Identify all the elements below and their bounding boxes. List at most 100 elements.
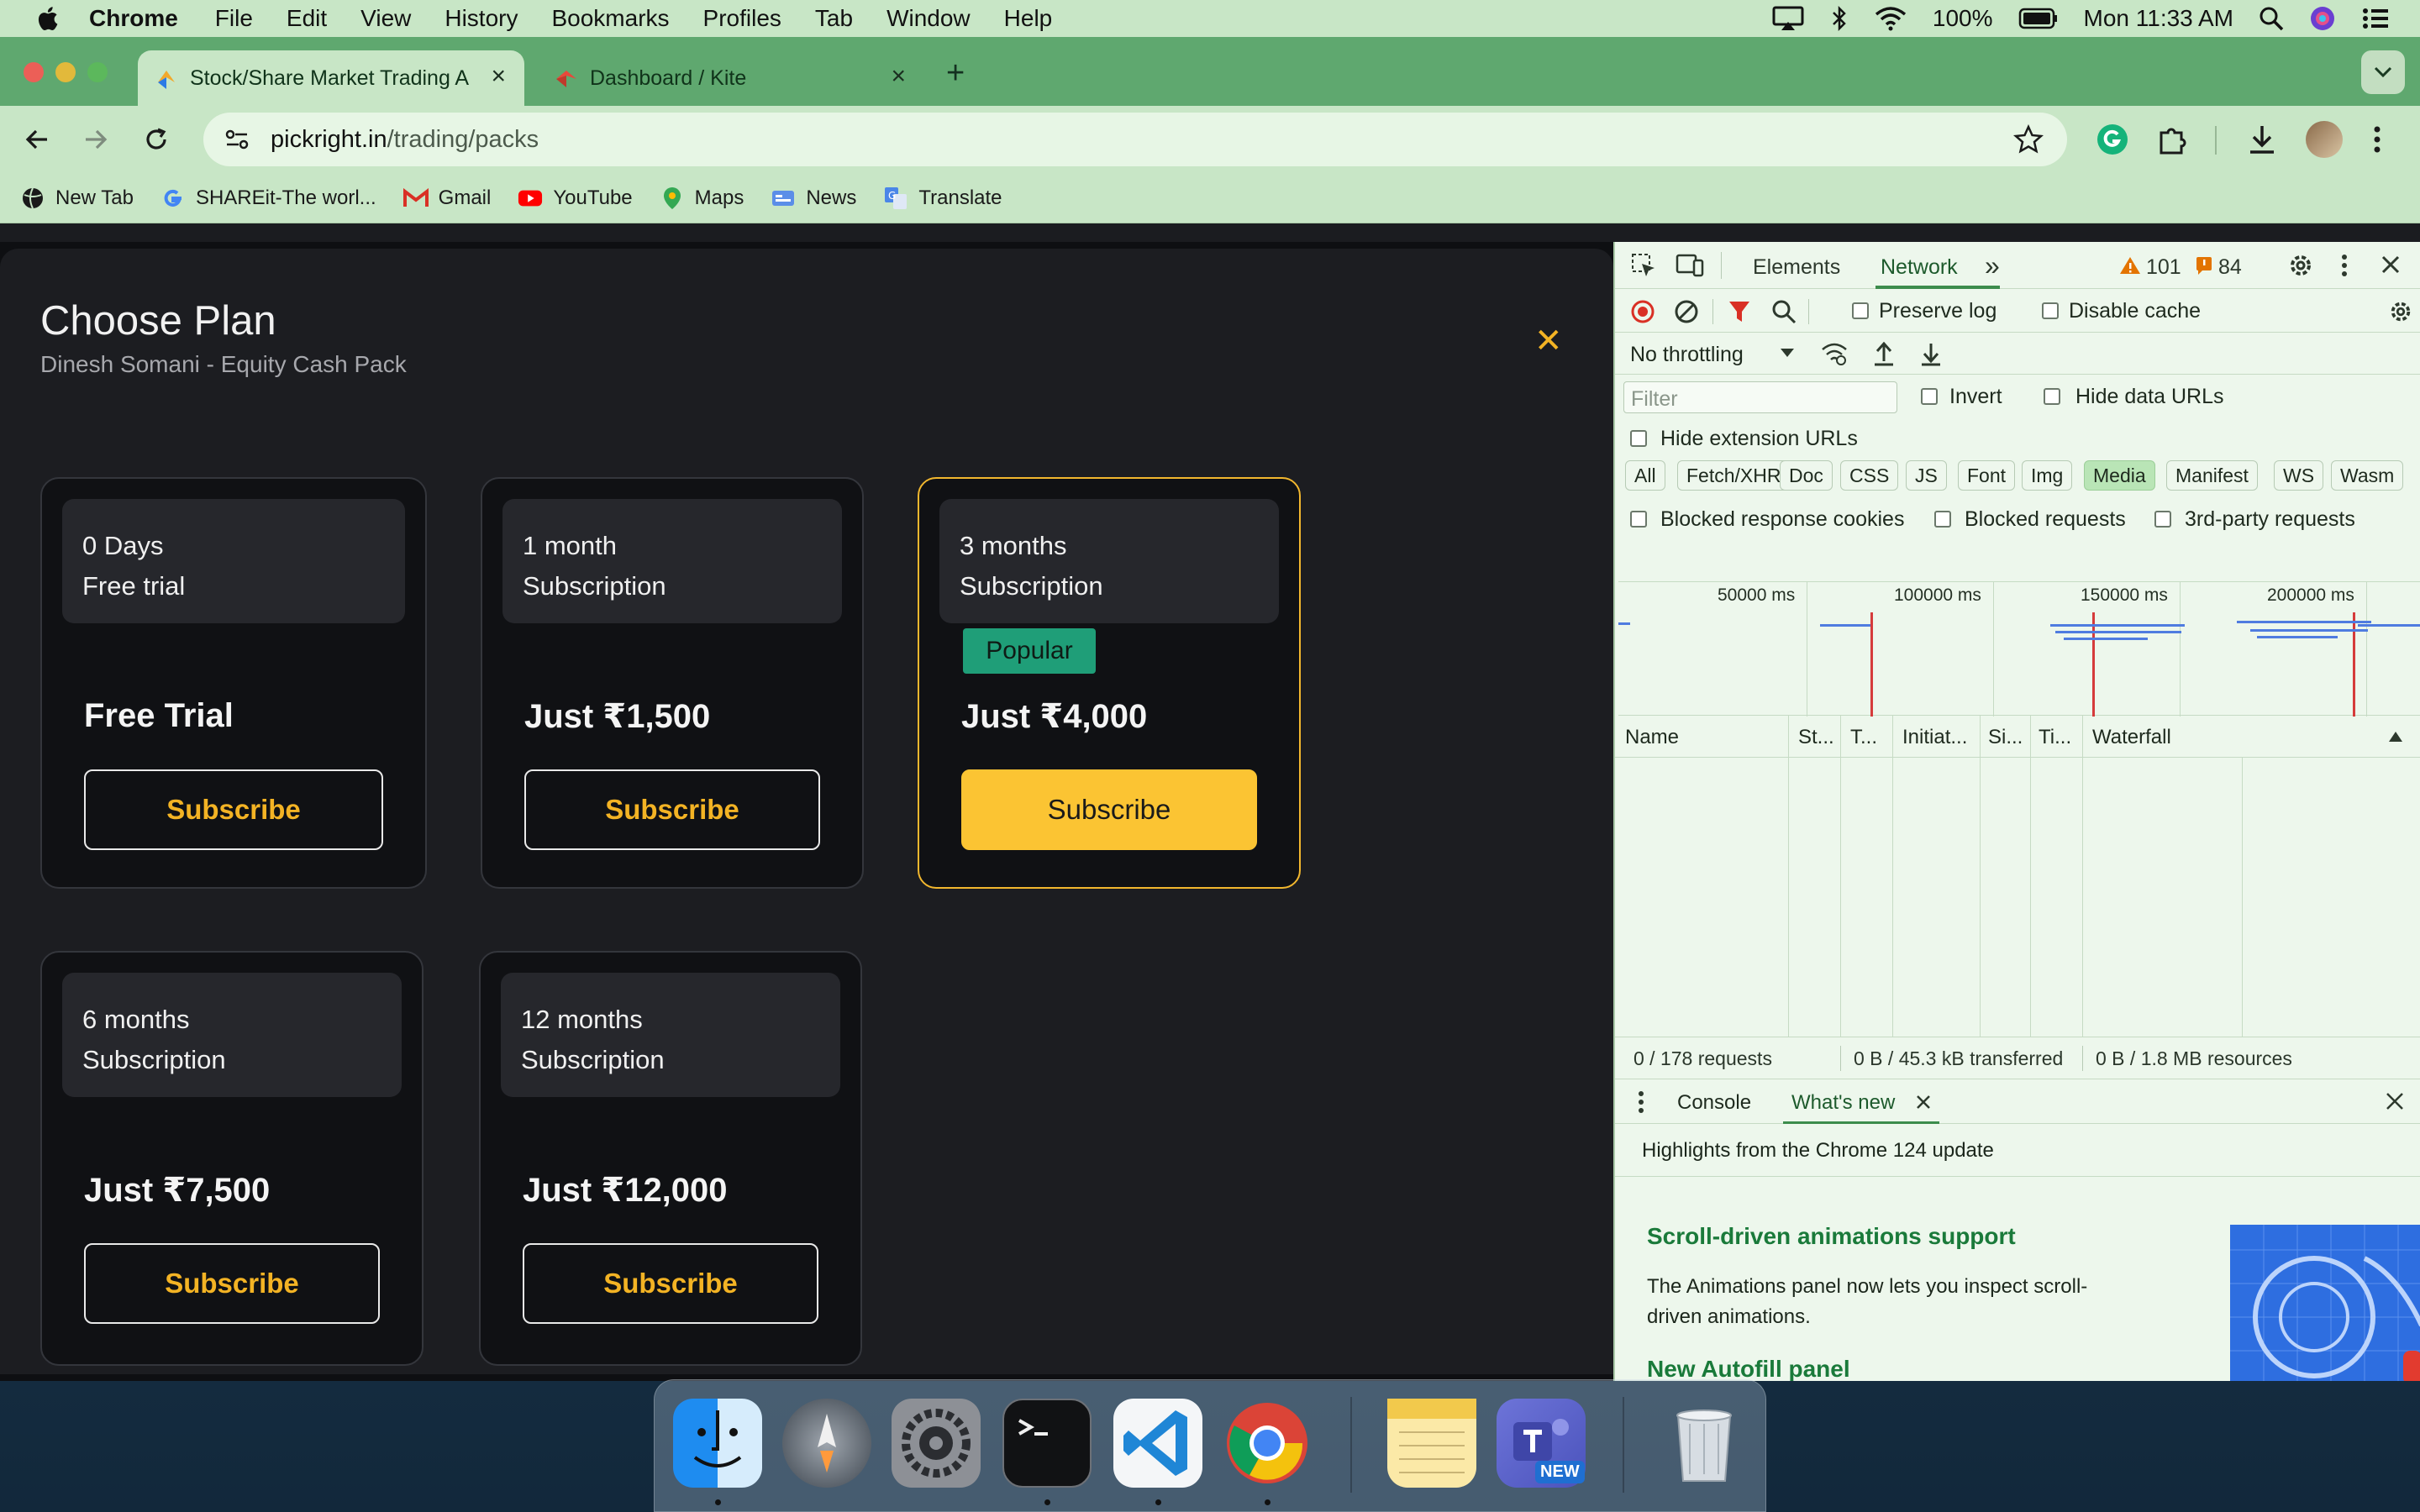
menu-edit[interactable]: Edit — [287, 5, 327, 32]
bookmark-translate[interactable]: G Translate — [883, 186, 1002, 211]
bookmark-news[interactable]: News — [771, 186, 856, 211]
drawer-tab-console[interactable]: Console — [1677, 1091, 1751, 1115]
clear-log-icon[interactable] — [1674, 299, 1699, 324]
hide-data-urls-checkbox[interactable] — [2044, 388, 2060, 405]
record-stop-icon[interactable] — [1630, 299, 1655, 324]
filter-input[interactable]: Filter — [1623, 381, 1897, 413]
app-menu[interactable]: Chrome — [89, 5, 178, 32]
inspect-element-icon[interactable] — [1630, 252, 1657, 279]
terminal-icon[interactable] — [1002, 1399, 1092, 1488]
dropdown-arrow-icon[interactable] — [1780, 348, 1795, 358]
new-tab-button[interactable]: + — [946, 55, 965, 92]
grammarly-extension-icon[interactable] — [2096, 123, 2129, 156]
drawer-menu-icon[interactable] — [1637, 1089, 1645, 1115]
throttling-select[interactable]: No throttling — [1630, 343, 1744, 367]
subscribe-button[interactable]: Subscribe — [523, 1243, 818, 1324]
third-party-checkbox[interactable] — [2154, 511, 2171, 528]
reload-button[interactable] — [138, 121, 175, 158]
subscribe-button[interactable]: Subscribe — [84, 1243, 380, 1324]
minimize-window-button[interactable] — [55, 62, 76, 82]
filter-fetch-xhr[interactable]: Fetch/XHR — [1677, 460, 1791, 491]
address-bar[interactable]: pickright.in/trading/packs — [203, 113, 2067, 166]
trash-icon[interactable] — [1660, 1399, 1749, 1488]
forward-button[interactable] — [77, 121, 114, 158]
menu-file[interactable]: File — [215, 5, 253, 32]
filter-all[interactable]: All — [1625, 460, 1665, 491]
invert-checkbox[interactable] — [1921, 388, 1938, 405]
bookmark-gmail[interactable]: Gmail — [402, 186, 491, 211]
column-size[interactable]: Si... — [1988, 726, 2023, 749]
menu-window[interactable]: Window — [886, 5, 971, 32]
column-name[interactable]: Name — [1625, 726, 1679, 749]
menu-history[interactable]: History — [445, 5, 518, 32]
site-info-icon[interactable] — [222, 124, 252, 155]
siri-icon[interactable] — [2309, 5, 2336, 32]
airplay-icon[interactable] — [1771, 5, 1805, 32]
vscode-icon[interactable] — [1113, 1399, 1202, 1488]
warnings-count[interactable]: 101 — [2146, 255, 2181, 280]
spotlight-search-icon[interactable] — [2259, 6, 2284, 31]
column-status[interactable]: St... — [1798, 726, 1834, 749]
notes-icon[interactable] — [1387, 1399, 1476, 1488]
filter-doc[interactable]: Doc — [1780, 460, 1833, 491]
menu-bar-clock[interactable]: Mon 11:33 AM — [2084, 5, 2233, 32]
subscribe-button[interactable]: Subscribe — [84, 769, 383, 850]
menu-bookmarks[interactable]: Bookmarks — [551, 5, 669, 32]
more-tabs-button[interactable]: » — [1985, 250, 2000, 281]
preserve-log-checkbox[interactable] — [1852, 302, 1869, 319]
wifi-icon[interactable] — [1874, 6, 1907, 31]
profile-avatar[interactable] — [2306, 121, 2343, 158]
export-har-icon[interactable] — [1919, 341, 1943, 366]
drawer-tab-whats-new[interactable]: What's new — [1791, 1091, 1895, 1115]
close-tab-icon[interactable]: × — [491, 62, 506, 91]
filter-ws[interactable]: WS — [2274, 460, 2324, 491]
filter-css[interactable]: CSS — [1840, 460, 1899, 491]
network-conditions-icon[interactable] — [1820, 341, 1849, 366]
column-initiator[interactable]: Initiat... — [1902, 726, 1967, 749]
menu-view[interactable]: View — [360, 5, 411, 32]
menu-tab[interactable]: Tab — [815, 5, 853, 32]
devtools-tab-elements[interactable]: Elements — [1753, 255, 1840, 280]
bookmark-maps[interactable]: Maps — [660, 186, 744, 211]
issues-icon[interactable] — [2195, 255, 2213, 276]
teams-icon[interactable]: NEW — [1497, 1399, 1586, 1488]
modal-close-button[interactable]: ✕ — [1534, 324, 1563, 358]
chrome-menu-icon[interactable] — [2371, 123, 2383, 156]
menu-profiles[interactable]: Profiles — [703, 5, 781, 32]
filter-funnel-icon[interactable] — [1728, 299, 1751, 324]
bookmark-shareit[interactable]: SHAREit-The worl... — [160, 186, 376, 211]
blocked-cookies-checkbox[interactable] — [1630, 511, 1647, 528]
filter-media[interactable]: Media — [2084, 460, 2155, 491]
filter-js[interactable]: JS — [1906, 460, 1947, 491]
zoom-window-button[interactable] — [87, 62, 108, 82]
close-whats-new-icon[interactable] — [1916, 1095, 1931, 1110]
whats-new-heading[interactable]: New Autofill panel — [1647, 1356, 1850, 1381]
battery-icon[interactable] — [2018, 8, 2059, 29]
system-settings-icon[interactable] — [892, 1399, 981, 1488]
sort-ascending-icon[interactable] — [2388, 731, 2403, 743]
devtools-tab-network[interactable]: Network — [1881, 255, 1958, 280]
downloads-icon[interactable] — [2245, 123, 2279, 156]
network-settings-gear-icon[interactable] — [2388, 299, 2413, 324]
whats-new-heading[interactable]: Scroll-driven animations support — [1647, 1223, 2016, 1250]
finder-icon[interactable] — [673, 1399, 762, 1488]
more-options-icon[interactable] — [2339, 252, 2349, 279]
menu-help[interactable]: Help — [1004, 5, 1053, 32]
blocked-requests-checkbox[interactable] — [1934, 511, 1951, 528]
column-time[interactable]: Ti... — [2039, 726, 2071, 749]
hide-extension-urls-checkbox[interactable] — [1630, 430, 1647, 447]
close-window-button[interactable] — [24, 62, 44, 82]
column-type[interactable]: T... — [1850, 726, 1877, 749]
bluetooth-icon[interactable] — [1830, 5, 1849, 32]
bookmark-star-icon[interactable] — [2013, 124, 2044, 155]
warning-icon[interactable] — [2119, 255, 2141, 276]
settings-gear-icon[interactable] — [2287, 252, 2314, 279]
subscribe-button[interactable]: Subscribe — [524, 769, 820, 850]
issues-count[interactable]: 84 — [2218, 255, 2242, 280]
filter-font[interactable]: Font — [1958, 460, 2016, 491]
close-tab-icon[interactable]: × — [891, 62, 906, 91]
tab-pickright[interactable]: Stock/Share Market Trading A × — [138, 50, 524, 106]
bookmark-new-tab[interactable]: New Tab — [20, 186, 134, 211]
device-toolbar-icon[interactable] — [1676, 252, 1704, 279]
filter-img[interactable]: Img — [2022, 460, 2073, 491]
